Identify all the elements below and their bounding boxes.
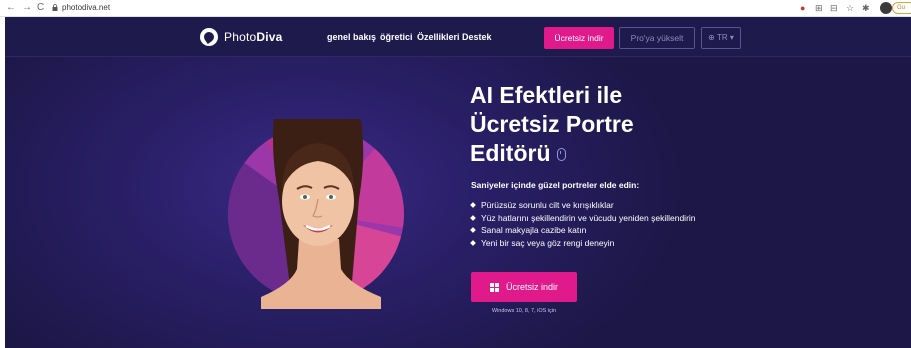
hero-download-button[interactable]: Ücretsiz indir: [471, 272, 577, 302]
nav-support[interactable]: Destek: [462, 31, 492, 43]
header-download-button[interactable]: Ücretsiz indir: [544, 27, 614, 49]
hero-title: AI Efektleri ile Ücretsiz Portre Editörü: [470, 81, 720, 168]
diamond-bullet-icon: [470, 202, 476, 209]
scroll-mouse-icon: [556, 148, 566, 161]
hero-title-line-1: AI Efektleri ile: [470, 82, 623, 108]
bookmark-star-icon[interactable]: ☆: [846, 2, 854, 14]
diamond-bullet-icon: [470, 227, 476, 234]
logo-prefix: Photo: [224, 30, 257, 44]
list-item: Pürüzsüz sorunlu cilt ve kırışıklıklar: [470, 199, 696, 212]
profile-avatar[interactable]: [880, 2, 892, 14]
site-header: PhotoDiva genel bakış öğretici Özellikle…: [5, 17, 911, 57]
reload-icon[interactable]: C: [37, 2, 44, 14]
back-icon[interactable]: ←: [6, 2, 16, 14]
hero-download-label: Ücretsiz indir: [505, 282, 558, 292]
nav-overview[interactable]: genel bakış: [327, 31, 376, 43]
logo-icon: [200, 28, 218, 46]
logo[interactable]: PhotoDiva: [200, 27, 283, 47]
profile-pill[interactable]: Gu: [892, 2, 911, 14]
address-bar[interactable]: photodiva.net: [62, 3, 110, 13]
list-item: Sanal makyajla cazibe katın: [470, 224, 696, 237]
feature-list: Pürüzsüz sorunlu cilt ve kırışıklıklar Y…: [470, 199, 696, 250]
reader-icon[interactable]: ⊟: [830, 2, 838, 14]
platform-note: Windows 10, 8, 7, iOS için: [491, 308, 557, 314]
windows-icon: [489, 282, 499, 292]
translate-icon[interactable]: ⊞: [815, 2, 823, 14]
diamond-bullet-icon: [470, 214, 476, 221]
language-selector[interactable]: ⊕ TR ▾: [701, 27, 741, 49]
nav-features[interactable]: Özellikleri: [417, 31, 460, 43]
nav-tutorial[interactable]: öğretici: [380, 31, 413, 43]
list-item: Yeni bir saç veya göz rengi deneyin: [470, 237, 696, 250]
logo-brand: Diva: [256, 30, 283, 44]
extension-icon[interactable]: ●: [800, 2, 805, 14]
portrait-illustration: [228, 119, 404, 309]
browser-toolbar: ← → C photodiva.net ● ⊞ ⊟ ☆ ✱ Gu: [0, 0, 911, 17]
puzzle-icon[interactable]: ✱: [862, 2, 870, 14]
hero-subtitle: Saniyeler içinde güzel portreler elde ed…: [471, 180, 640, 190]
forward-icon[interactable]: →: [22, 2, 32, 14]
diamond-bullet-icon: [470, 239, 476, 246]
hero-title-line-3: Editörü: [470, 140, 551, 166]
hero-title-line-2: Ücretsiz Portre: [470, 111, 634, 137]
upgrade-button[interactable]: Pro'ya yükselt: [619, 27, 695, 49]
list-item: Yüz hatlarını şekillendirin ve vücudu ye…: [470, 212, 696, 225]
lock-icon: [52, 4, 58, 11]
page: PhotoDiva genel bakış öğretici Özellikle…: [5, 17, 911, 348]
